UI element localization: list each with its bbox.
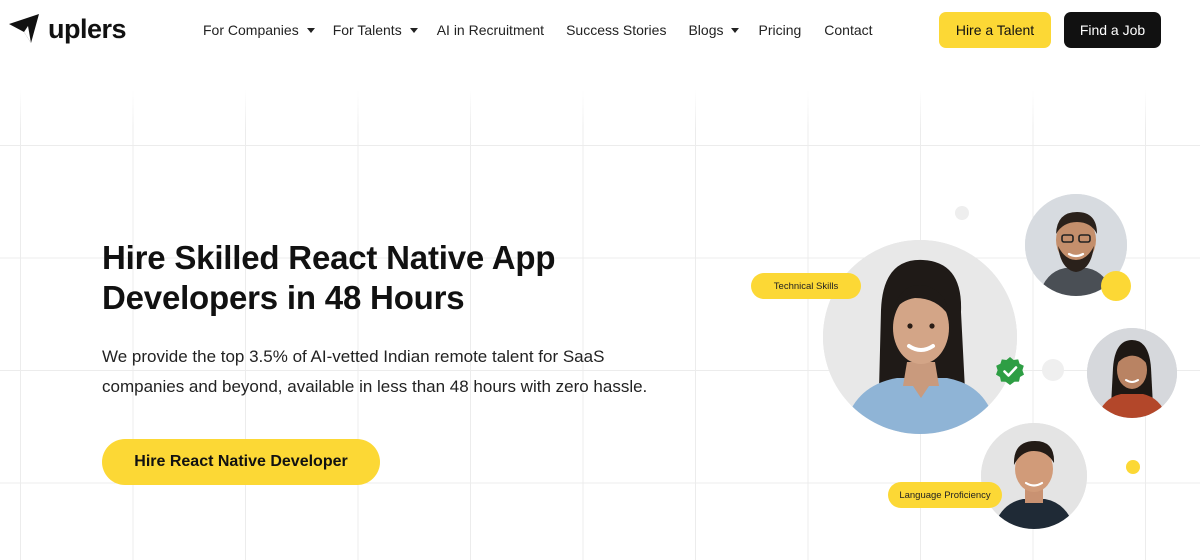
find-job-button[interactable]: Find a Job — [1064, 12, 1161, 48]
technical-skills-tag: Technical Skills — [751, 273, 861, 299]
hero-subtitle-line: companies and beyond, available in less … — [102, 377, 648, 396]
chevron-down-icon — [409, 27, 418, 33]
person-illustration — [823, 240, 1017, 434]
nav-item-label: For Companies — [203, 22, 299, 38]
talent-avatar-bottom — [981, 423, 1087, 529]
nav-item-label: Pricing — [758, 22, 802, 38]
decorative-dot — [955, 206, 969, 220]
grid-fade-overlay — [0, 90, 1200, 130]
nav-item-success-stories[interactable]: Success Stories — [566, 22, 666, 38]
hire-talent-button[interactable]: Hire a Talent — [939, 12, 1051, 48]
nav-item-blogs[interactable]: Blogs — [688, 22, 740, 38]
nav-item-label: Contact — [824, 22, 873, 38]
hire-react-native-developer-button[interactable]: Hire React Native Developer — [102, 439, 380, 485]
brand-name: uplers — [48, 13, 127, 44]
brand-logo[interactable]: uplers — [6, 12, 127, 46]
hero-subtitle: We provide the top 3.5% of AI-vetted Ind… — [102, 342, 742, 402]
uplers-logo-icon — [9, 14, 39, 43]
nav-item-contact[interactable]: Contact — [824, 22, 872, 38]
decorative-dot — [1101, 271, 1131, 301]
language-proficiency-tag: Language Proficiency — [888, 482, 1002, 508]
nav-item-for-companies[interactable]: For Companies — [203, 22, 315, 38]
person-illustration — [1087, 328, 1177, 418]
talent-avatar-main — [823, 240, 1017, 434]
main-nav: For Companies For Talents AI in Recruitm… — [203, 20, 873, 40]
nav-item-label: Blogs — [688, 22, 724, 38]
chevron-down-icon — [731, 27, 740, 33]
nav-item-label: For Talents — [332, 22, 402, 38]
nav-item-ai-in-recruitment[interactable]: AI in Recruitment — [437, 22, 544, 38]
hero-title: Hire Skilled React Native App Developers… — [102, 238, 722, 318]
check-badge-icon — [996, 357, 1024, 385]
nav-item-label: AI in Recruitment — [436, 22, 545, 38]
hero-subtitle-line: We provide the top 3.5% of AI-vetted Ind… — [102, 347, 605, 366]
nav-item-pricing[interactable]: Pricing — [758, 22, 801, 38]
hero-title-line: Hire Skilled React Native App — [102, 239, 556, 276]
chevron-down-icon — [306, 27, 315, 33]
talent-avatar-middle-right — [1087, 328, 1177, 418]
nav-item-label: Success Stories — [566, 22, 667, 38]
decorative-dot — [1126, 460, 1140, 474]
decorative-dot — [1042, 359, 1064, 381]
site-header: uplers For Companies For Talents AI in R… — [0, 0, 1200, 62]
hero-title-line: Developers in 48 Hours — [102, 279, 465, 316]
nav-item-for-talents[interactable]: For Talents — [333, 22, 418, 38]
person-illustration — [981, 423, 1087, 529]
